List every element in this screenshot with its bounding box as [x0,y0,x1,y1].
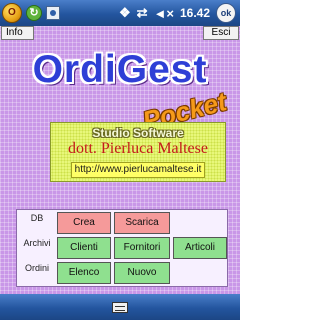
clock-time[interactable]: 16.42 [180,6,210,20]
connectivity-icon[interactable]: ⇄ [137,5,148,21]
scarica-button[interactable]: Scarica [114,212,170,234]
studio-label: Studio Software [92,126,184,140]
crea-button[interactable]: Crea [57,212,111,234]
keyboard-icon[interactable] [112,301,128,313]
fornitori-button[interactable]: Fornitori [114,237,170,259]
app-logo-icon[interactable]: O [2,3,22,23]
status-bar: O ↻ ❖ ⇄ ◄× 16.42 ok [0,0,240,26]
bottom-bar [0,294,240,320]
sync-icon[interactable]: ↻ [26,5,42,21]
ordini-label: Ordini [24,263,49,273]
main-panel: Info Esci OrdiGest Pocket Studio Softwar… [0,26,240,294]
credits-box: Studio Software dott. Pierluca Maltese h… [50,122,226,182]
author-name: dott. Pierluca Maltese [68,140,208,157]
start-windows-icon[interactable]: ❖ [119,5,131,21]
elenco-button[interactable]: Elenco [57,262,111,284]
camera-icon[interactable] [46,6,60,20]
exit-button[interactable]: Esci [203,26,239,40]
ok-button[interactable]: ok [216,3,236,23]
menu-panel: DB Archivi Ordini Crea Scarica Clienti F… [16,209,228,287]
articoli-button[interactable]: Articoli [173,237,227,259]
archivi-label: Archivi [23,238,51,248]
info-button[interactable]: Info [1,26,34,40]
app-title: OrdiGest [32,48,208,91]
db-label: DB [30,213,44,223]
nuovo-button[interactable]: Nuovo [114,262,170,284]
volume-icon[interactable]: ◄× [154,6,174,21]
website-link[interactable]: http://www.pierlucamaltese.it [70,162,206,178]
clienti-button[interactable]: Clienti [57,237,111,259]
